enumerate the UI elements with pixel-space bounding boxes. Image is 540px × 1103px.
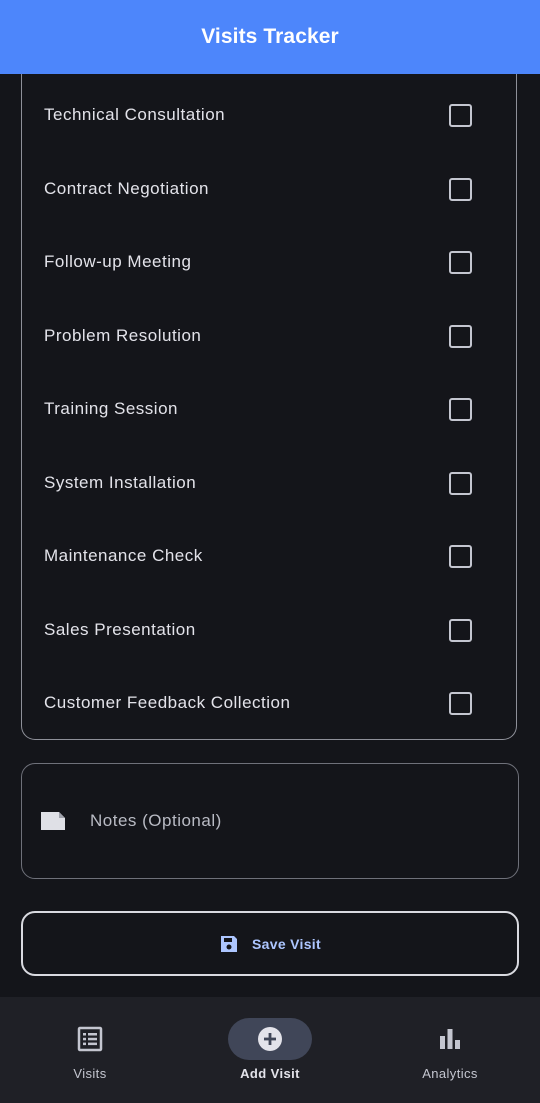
note-icon bbox=[41, 812, 65, 830]
checklist-item[interactable]: Customer Feedback Collection bbox=[22, 683, 518, 723]
checklist-item-label: Contract Negotiation bbox=[44, 179, 209, 198]
checkbox[interactable] bbox=[449, 544, 472, 568]
nav-label-visits: Visits bbox=[73, 1066, 107, 1081]
bar-chart-icon bbox=[440, 1029, 460, 1049]
nav-item-add-visit[interactable]: Add Visit bbox=[180, 997, 360, 1103]
checkbox[interactable] bbox=[449, 103, 472, 127]
app-title: Visits Tracker bbox=[201, 25, 339, 48]
checklist-item-label: Technical Consultation bbox=[44, 105, 226, 124]
checkbox[interactable] bbox=[449, 250, 472, 274]
checklist-item[interactable]: Maintenance Check bbox=[22, 536, 518, 576]
checklist-item-label: Maintenance Check bbox=[44, 546, 203, 565]
checkbox[interactable] bbox=[449, 397, 472, 421]
add-circle-icon bbox=[258, 1027, 282, 1051]
checkbox[interactable] bbox=[449, 177, 472, 201]
nav-label-analytics: Analytics bbox=[422, 1066, 478, 1081]
visit-purpose-checklist: Technical Consultation Contract Negotiat… bbox=[21, 40, 517, 740]
checkbox[interactable] bbox=[449, 618, 472, 642]
checklist-item-label: Training Session bbox=[44, 399, 178, 418]
checklist-item-label: Sales Presentation bbox=[44, 620, 196, 639]
save-visit-button[interactable]: Save Visit bbox=[21, 911, 519, 976]
notes-field[interactable]: Notes (Optional) bbox=[21, 763, 519, 879]
checklist-item[interactable]: Technical Consultation bbox=[22, 95, 518, 135]
checklist-item[interactable]: System Installation bbox=[22, 463, 518, 503]
checklist-item-label: Problem Resolution bbox=[44, 326, 202, 345]
checklist-item-label: Follow-up Meeting bbox=[44, 252, 192, 271]
floppy-disk-icon bbox=[221, 935, 238, 952]
checklist-item[interactable]: Sales Presentation bbox=[22, 610, 518, 650]
checklist-item[interactable]: Follow-up Meeting bbox=[22, 242, 518, 282]
nav-icon-container bbox=[228, 1018, 312, 1060]
app-screen: Visits Tracker Technical Consultation Co… bbox=[0, 0, 540, 1103]
nav-item-analytics[interactable]: Analytics bbox=[360, 997, 540, 1103]
checkbox[interactable] bbox=[449, 324, 472, 348]
app-bar: Visits Tracker bbox=[0, 0, 540, 74]
checklist-item-label: System Installation bbox=[44, 473, 197, 492]
nav-icon-container bbox=[408, 1018, 492, 1060]
list-icon bbox=[77, 1026, 103, 1052]
nav-label-add-visit: Add Visit bbox=[240, 1066, 300, 1081]
checklist-item-label: Customer Feedback Collection bbox=[44, 693, 291, 712]
notes-placeholder: Notes (Optional) bbox=[90, 811, 222, 830]
checklist-item[interactable]: Contract Negotiation bbox=[22, 169, 518, 209]
checkbox[interactable] bbox=[449, 471, 472, 495]
save-button-label: Save Visit bbox=[252, 935, 321, 952]
nav-icon-container bbox=[48, 1018, 132, 1060]
checkbox[interactable] bbox=[449, 691, 472, 715]
checklist-item[interactable]: Training Session bbox=[22, 389, 518, 429]
bottom-navigation: Visits Add Visit Analytics bbox=[0, 997, 540, 1103]
nav-item-visits[interactable]: Visits bbox=[0, 997, 180, 1103]
checklist-item[interactable]: Problem Resolution bbox=[22, 316, 518, 356]
